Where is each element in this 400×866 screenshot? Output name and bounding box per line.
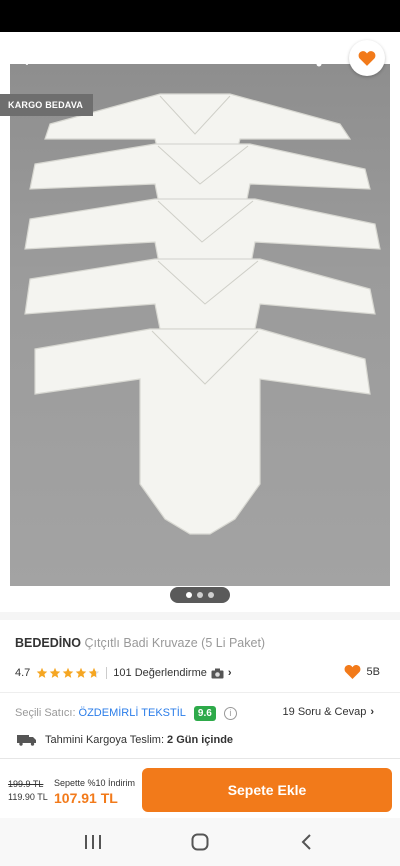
star-half-icon bbox=[89, 667, 100, 678]
back-nav-button[interactable] bbox=[287, 822, 327, 862]
product-title: BEDEDİNO Çıtçıtlı Badi Kruvaze (5 Li Pak… bbox=[15, 636, 385, 650]
rating-row: 4.7 101 Değerlendirme › 5B bbox=[15, 664, 385, 682]
seller-label: Seçili Satıcı: bbox=[15, 707, 76, 719]
truck-icon bbox=[17, 735, 36, 746]
bodysuit-illustration bbox=[24, 93, 381, 535]
recent-apps-button[interactable] bbox=[73, 822, 113, 862]
heart-icon bbox=[358, 51, 376, 66]
product-name: Çıtçıtlı Badi Kruvaze (5 Li Paket) bbox=[84, 636, 266, 650]
chevron-right-icon[interactable]: › bbox=[228, 667, 232, 679]
product-image[interactable] bbox=[10, 64, 390, 586]
shipping-value: 2 Gün içinde bbox=[167, 734, 234, 746]
pagination-dot[interactable] bbox=[208, 592, 214, 598]
cart-discount-label: Sepette %10 İndirim bbox=[54, 778, 136, 788]
back-button[interactable] bbox=[14, 44, 42, 72]
purchase-bar: 199.9 TL 119.90 TL Sepette %10 İndirim 1… bbox=[0, 758, 400, 818]
favorite-count-label: 5B bbox=[366, 665, 380, 678]
info-icon[interactable]: i bbox=[223, 706, 237, 720]
qa-label: 19 Soru & Cevap bbox=[282, 706, 367, 718]
back-nav-icon bbox=[301, 834, 311, 850]
section-divider bbox=[0, 612, 400, 620]
divider bbox=[0, 692, 400, 693]
original-price: 199.9 TL bbox=[8, 779, 44, 789]
shipping-label: Tahmini Kargoya Teslim: bbox=[45, 734, 165, 746]
favorite-button[interactable] bbox=[349, 40, 385, 76]
gallery-pagination bbox=[170, 587, 230, 603]
discounted-price: 119.90 TL bbox=[8, 792, 48, 802]
chevron-right-icon: › bbox=[370, 706, 374, 718]
rating-value: 4.7 bbox=[15, 667, 31, 679]
brand-name[interactable]: BEDEDİNO bbox=[15, 636, 81, 650]
seller-name-link[interactable]: ÖZDEMİRLİ TEKSTİL bbox=[79, 707, 186, 719]
product-gallery[interactable]: KARGO BEDAVA bbox=[0, 32, 400, 612]
seller-row: Seçili Satıcı: ÖZDEMİRLİ TEKSTİL 9.6 i 1… bbox=[15, 704, 385, 722]
recent-apps-icon bbox=[85, 835, 102, 849]
status-bar bbox=[0, 0, 400, 32]
shipping-estimate: Tahmini Kargoya Teslim: 2 Gün içinde bbox=[17, 732, 387, 748]
seller-score-badge: 9.6 bbox=[193, 705, 216, 721]
star-icon bbox=[50, 667, 61, 678]
back-arrow-icon bbox=[20, 51, 36, 65]
star-icon bbox=[76, 667, 87, 678]
star-icon bbox=[63, 667, 74, 678]
free-shipping-badge: KARGO BEDAVA bbox=[0, 94, 94, 116]
reviews-link[interactable]: 101 Değerlendirme bbox=[113, 667, 207, 679]
share-button[interactable] bbox=[300, 44, 328, 72]
separator bbox=[106, 667, 108, 679]
pagination-dot[interactable] bbox=[197, 592, 203, 598]
home-icon bbox=[191, 833, 209, 851]
share-icon bbox=[306, 49, 322, 67]
system-nav-bar bbox=[0, 818, 400, 866]
camera-icon bbox=[211, 668, 224, 678]
qa-link[interactable]: 19 Soru & Cevap › bbox=[283, 706, 374, 718]
final-price: 107.91 TL bbox=[54, 790, 118, 806]
home-button[interactable] bbox=[180, 822, 220, 862]
pagination-dot[interactable] bbox=[186, 592, 192, 598]
add-to-cart-button[interactable]: Sepete Ekle bbox=[142, 768, 392, 812]
favorite-count[interactable]: 5B bbox=[344, 664, 380, 679]
rating-stars bbox=[36, 667, 100, 679]
star-icon bbox=[37, 667, 48, 678]
heart-icon bbox=[344, 665, 360, 679]
